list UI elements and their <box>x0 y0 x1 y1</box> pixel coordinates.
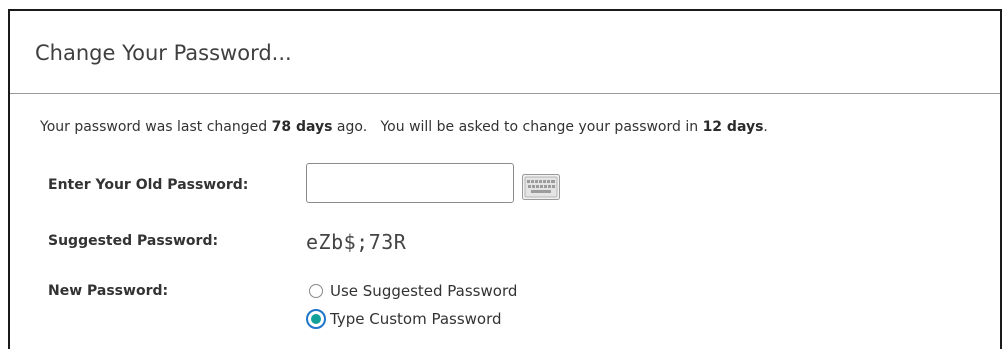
info-prefix: Your password was last changed <box>40 119 272 135</box>
days-since-change: 78 days <box>271 119 333 135</box>
days-until-required: 12 days <box>702 119 764 135</box>
panel-header: Change Your Password... <box>10 11 1000 94</box>
use-suggested-password-option[interactable]: Use Suggested Password <box>306 280 517 302</box>
radio-checked-icon[interactable] <box>306 309 326 329</box>
suggested-password-value: eZb$;73R <box>306 230 407 254</box>
radio-unchecked-icon[interactable] <box>309 284 323 298</box>
use-suggested-password-label: Use Suggested Password <box>330 282 518 300</box>
info-suffix: . <box>763 119 768 135</box>
old-password-input[interactable] <box>306 163 514 203</box>
type-custom-password-option[interactable]: Type Custom Password <box>306 308 502 330</box>
old-password-label: Enter Your Old Password: <box>48 177 249 193</box>
info-middle: ago. You will be asked to change your pa… <box>332 119 703 135</box>
page-title: Change Your Password... <box>35 41 292 65</box>
change-password-panel: Change Your Password... Your password wa… <box>8 9 1002 349</box>
type-custom-password-label: Type Custom Password <box>330 310 502 328</box>
suggested-password-label: Suggested Password: <box>48 233 219 249</box>
keyboard-icon[interactable] <box>522 174 560 200</box>
password-age-message: Your password was last changed 78 days a… <box>40 119 768 135</box>
new-password-label: New Password: <box>48 283 169 299</box>
